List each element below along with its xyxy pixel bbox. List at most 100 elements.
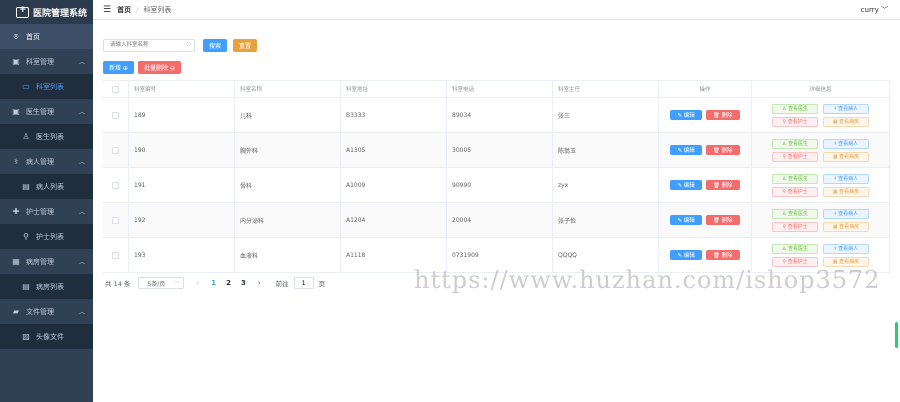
edit-button[interactable]: ✎ 编辑 <box>670 145 702 155</box>
cell-id: 190 <box>129 133 235 167</box>
view-doctors-tag[interactable]: ♙ 查看医生 <box>772 103 818 114</box>
sidebar-icon: ▣ <box>12 107 20 116</box>
sidebar-item-6[interactable]: ▤ 病人列表 <box>0 174 93 199</box>
goto-label: 前往 <box>275 280 289 288</box>
select-all-checkbox[interactable] <box>112 85 119 93</box>
delete-button[interactable]: 🗑 删除 <box>705 250 740 260</box>
delete-button[interactable]: 🗑 删除 <box>705 145 740 155</box>
view-doctors-tag[interactable]: ♙ 查看医生 <box>772 173 818 184</box>
page-number[interactable]: 3 <box>241 279 246 287</box>
view-wards-tag[interactable]: ▦ 查看病房 <box>823 186 869 197</box>
row-checkbox[interactable] <box>112 146 119 154</box>
view-nurses-tag[interactable]: ⚲ 查看护士 <box>772 151 818 162</box>
sidebar-item-1[interactable]: ▣ 科室管理 ︿ <box>0 49 93 74</box>
cell-phone: 89034 <box>447 98 553 132</box>
view-nurses-tag[interactable]: ⚲ 查看护士 <box>772 116 818 127</box>
delete-button[interactable]: 🗑 删除 <box>705 110 740 120</box>
sidebar-item-8[interactable]: ⚲ 护士列表 <box>0 224 93 249</box>
page-number[interactable]: 1 <box>211 279 216 287</box>
goto-page-input[interactable] <box>293 277 314 289</box>
sidebar-item-0[interactable]: ⌾ 首页 <box>0 24 93 49</box>
header-details: 详细信息 <box>752 81 890 97</box>
view-wards-tag[interactable]: ▦ 查看病房 <box>823 151 869 162</box>
view-wards-tag[interactable]: ▦ 查看病房 <box>823 221 869 232</box>
row-checkbox[interactable] <box>112 111 119 119</box>
cell-name: 儿科 <box>235 98 341 132</box>
chevron-up-icon: ︿ <box>78 259 85 266</box>
view-patients-tag[interactable]: ⚕ 查看病人 <box>823 243 869 254</box>
sidebar-item-label: 医生管理 <box>26 107 54 116</box>
cell-actions: ✎ 编辑 🗑 删除 <box>659 168 752 202</box>
edit-button[interactable]: ✎ 编辑 <box>670 110 702 120</box>
main-content: ⊙ 搜索 重置 新增 ⊕ 批量删除 ⊖ <box>103 38 893 74</box>
cell-phone: 90990 <box>447 168 553 202</box>
batch-delete-button[interactable]: 批量删除 ⊖ <box>137 61 181 74</box>
sidebar-item-4[interactable]: ♙ 医生列表 <box>0 124 93 149</box>
cell-director: 陈翁玉 <box>553 133 659 167</box>
page-size-select[interactable]: 5条/页 ﹀ <box>138 277 185 289</box>
next-page-icon[interactable]: › <box>258 279 261 287</box>
cell-director: zyx <box>553 168 659 202</box>
view-patients-tag[interactable]: ⚕ 查看病人 <box>823 208 869 219</box>
breadcrumb-home[interactable]: 首页 <box>117 5 131 15</box>
sidebar-item-9[interactable]: ▦ 病房管理 ︿ <box>0 249 93 274</box>
sidebar-item-5[interactable]: ⚕ 病人管理 ︿ <box>0 149 93 174</box>
cell-address: A1009 <box>341 168 447 202</box>
cell-details: ♙ 查看医生 ⚕ 查看病人 ⚲ 查看护士 ▦ 查看病房 <box>752 168 890 202</box>
row-checkbox[interactable] <box>112 181 119 189</box>
sidebar-icon: ⌾ <box>13 31 19 41</box>
sidebar-item-10[interactable]: ▤ 病房列表 <box>0 274 93 299</box>
row-select-cell <box>103 203 129 237</box>
cell-id: 189 <box>129 98 235 132</box>
delete-button[interactable]: 🗑 删除 <box>705 180 740 190</box>
cell-phone: 20004 <box>447 203 553 237</box>
user-menu[interactable]: curry ﹀ <box>861 5 888 15</box>
search-wrap: ⊙ <box>103 38 195 52</box>
edit-button[interactable]: ✎ 编辑 <box>670 180 702 190</box>
row-checkbox[interactable] <box>112 251 119 259</box>
row-select-cell <box>103 133 129 167</box>
scrollbar-thumb[interactable] <box>895 322 898 348</box>
view-doctors-tag[interactable]: ♙ 查看医生 <box>772 208 818 219</box>
sidebar-item-label: 病人管理 <box>26 157 54 166</box>
view-wards-tag[interactable]: ▦ 查看病房 <box>823 116 869 127</box>
edit-button[interactable]: ✎ 编辑 <box>670 215 702 225</box>
edit-button[interactable]: ✎ 编辑 <box>670 250 702 260</box>
reset-button[interactable]: 重置 <box>233 38 258 52</box>
sidebar-item-2[interactable]: ▭ 科室列表 <box>0 74 93 99</box>
view-nurses-tag[interactable]: ⚲ 查看护士 <box>772 221 818 232</box>
cell-address: A1305 <box>341 133 447 167</box>
cell-details: ♙ 查看医生 ⚕ 查看病人 ⚲ 查看护士 ▦ 查看病房 <box>752 98 890 132</box>
department-table: 科室编号 科室名称 科室地址 科室电话 科室主任 操作 详细信息 189 儿科 B3… <box>103 80 890 273</box>
cell-address: A1204 <box>341 203 447 237</box>
sidebar-item-3[interactable]: ▣ 医生管理 ︿ <box>0 99 93 124</box>
sidebar-item-11[interactable]: ▰ 文件管理 ︿ <box>0 299 93 324</box>
cell-actions: ✎ 编辑 🗑 删除 <box>659 133 752 167</box>
cell-actions: ✎ 编辑 🗑 删除 <box>659 98 752 132</box>
cell-details: ♙ 查看医生 ⚕ 查看病人 ⚲ 查看护士 ▦ 查看病房 <box>752 133 890 167</box>
page-number[interactable]: 2 <box>226 279 231 287</box>
sidebar-item-12[interactable]: ▨ 头像文件 <box>0 324 93 349</box>
delete-button[interactable]: 🗑 删除 <box>705 215 740 225</box>
view-wards-tag[interactable]: ▦ 查看病房 <box>823 256 869 267</box>
view-nurses-tag[interactable]: ⚲ 查看护士 <box>772 186 818 197</box>
view-doctors-tag[interactable]: ♙ 查看医生 <box>772 138 818 149</box>
view-patients-tag[interactable]: ⚕ 查看病人 <box>823 103 869 114</box>
add-button[interactable]: 新增 ⊕ <box>103 61 134 74</box>
search-button[interactable]: 搜索 <box>203 38 228 52</box>
view-patients-tag[interactable]: ⚕ 查看病人 <box>823 138 869 149</box>
department-search-input[interactable] <box>103 38 195 52</box>
cell-name: 骨科 <box>235 168 341 202</box>
prev-page-icon[interactable]: ‹ <box>196 279 199 287</box>
header-id: 科室编号 <box>129 81 235 97</box>
sidebar-icon: ⚕ <box>13 157 19 166</box>
view-nurses-tag[interactable]: ⚲ 查看护士 <box>772 256 818 267</box>
sidebar-icon: ▰ <box>12 307 20 316</box>
view-doctors-tag[interactable]: ♙ 查看医生 <box>772 243 818 254</box>
sidebar-icon: ✚ <box>12 207 20 216</box>
hamburger-icon[interactable]: ☰ <box>103 5 111 15</box>
chevron-up-icon: ︿ <box>78 109 85 116</box>
row-checkbox[interactable] <box>112 216 119 224</box>
view-patients-tag[interactable]: ⚕ 查看病人 <box>823 173 869 184</box>
sidebar-item-7[interactable]: ✚ 护士管理 ︿ <box>0 199 93 224</box>
